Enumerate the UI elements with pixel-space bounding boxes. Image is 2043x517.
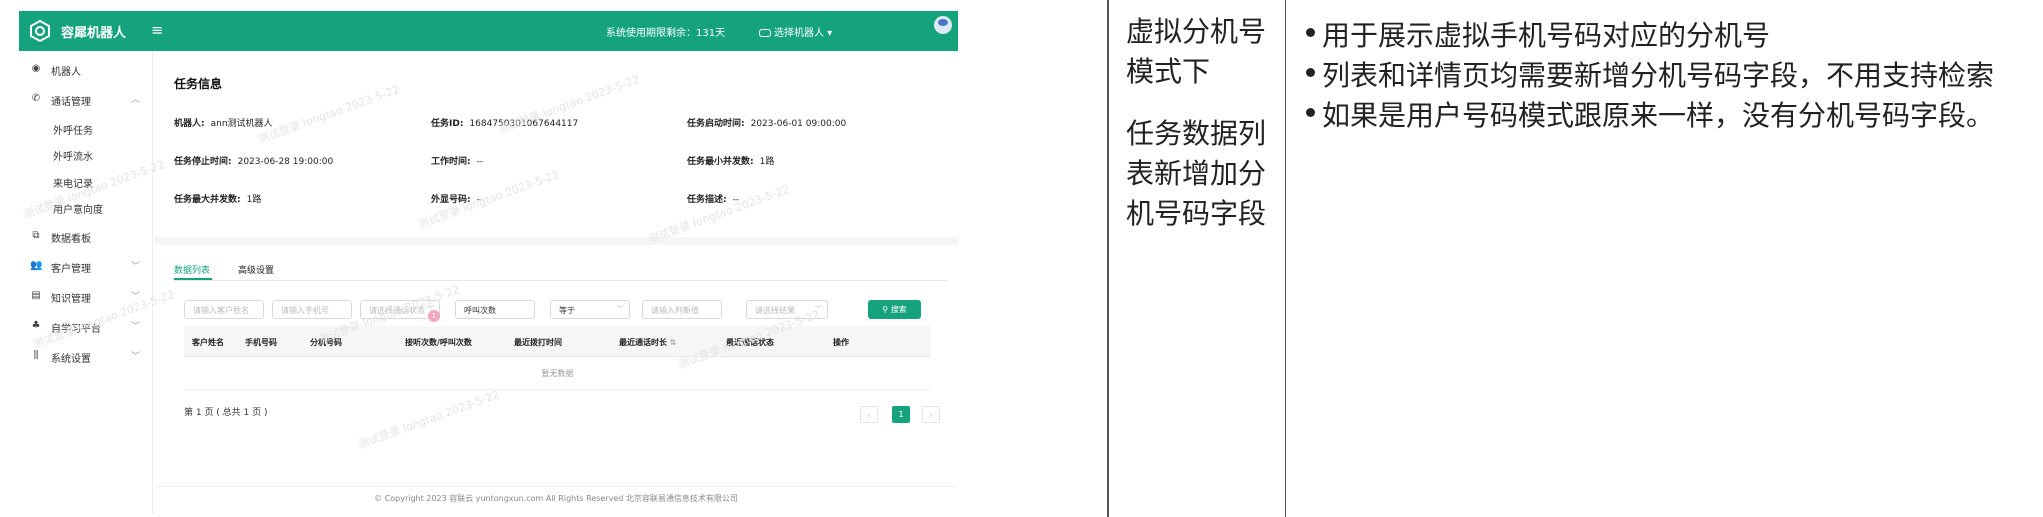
empty-state: 暂无数据 <box>184 357 931 390</box>
customer-name-input[interactable]: 请输入客户姓名 <box>184 300 264 319</box>
tab-advanced-settings[interactable]: 高级设置 <box>238 263 274 276</box>
judge-value-input[interactable]: 请输入判断值 <box>642 300 722 319</box>
sidebar-item-robot[interactable]: ◉ 机器人 <box>19 59 153 81</box>
result-select[interactable]: 请选择结果 ﹀ <box>746 300 828 319</box>
slide: 容犀机器人 ≡ 系统使用期限剩余：131天 选择机器人 ▾ ◉ 机器人 ✆ 通话管理… <box>0 0 2043 517</box>
sidebar-item-self-learning[interactable]: ♣ 自学习平台 ﹀ <box>19 316 153 338</box>
copyright: © Copyright 2023 容联云 yuntongxun.com All … <box>374 494 738 503</box>
note-heading-new-field: 任务数据列表新增加分机号码字段 <box>1126 117 1267 230</box>
column-divider <box>1107 0 1109 517</box>
field-work-time: 工作时间: -- <box>431 157 484 167</box>
field-caller-number: 外显号码: -- <box>431 195 484 205</box>
page-button-current[interactable]: 1 <box>892 406 910 423</box>
annotation-badge: 1 <box>428 310 440 322</box>
robot-select-dropdown[interactable]: 选择机器人 ▾ <box>759 24 832 39</box>
column-header: 手机号码 <box>245 338 277 347</box>
field-robot: 机器人: ann测试机器人 <box>174 119 273 129</box>
chevron-down-icon: ﹀ <box>815 305 822 313</box>
note-bullet: 如果是用户号码模式跟原来一样，没有分机号码字段。 <box>1305 94 1994 134</box>
tab-divider <box>174 280 948 281</box>
column-header: 操作 <box>833 338 849 347</box>
brand-name: 容犀机器人 <box>61 26 127 41</box>
column-header: 最近通话状态 <box>726 338 774 347</box>
prev-page-button[interactable]: ‹ <box>860 406 878 423</box>
column-header[interactable]: 最近通话时长 ⇅ <box>619 337 677 348</box>
next-page-button[interactable]: › <box>922 406 940 423</box>
field-description: 任务描述: -- <box>687 195 740 205</box>
section-divider <box>154 237 958 245</box>
chevron-down-icon: ﹀ <box>131 292 141 302</box>
sidebar-item-dashboard[interactable]: ⧉ 数据看板 <box>19 226 153 248</box>
operator-select[interactable]: 等于 ﹀ <box>550 300 630 319</box>
call-count-select[interactable]: 呼叫次数 <box>455 300 535 319</box>
column-header: 最近拨打时间 <box>514 338 562 347</box>
field-task-id: 任务ID: 1684750301067644117 <box>431 119 579 129</box>
sidebar-item-outbound-flow[interactable]: 外呼流水 <box>19 144 153 166</box>
users-icon: 👥 <box>30 260 43 271</box>
sidebar-item-customers[interactable]: 👥 客户管理 ﹀ <box>19 256 153 278</box>
search-button[interactable]: ⚲ 搜索 <box>868 300 921 319</box>
tab-active-indicator <box>174 278 212 280</box>
top-navigation-bar: 容犀机器人 ≡ 系统使用期限剩余：131天 选择机器人 ▾ <box>19 11 958 51</box>
chevron-down-icon: ﹀ <box>131 352 141 362</box>
chevron-down-icon: ﹀ <box>617 305 624 313</box>
robot-icon <box>759 29 771 37</box>
pagination-info: 第 1 页 ( 总共 1 页 ) <box>184 408 268 418</box>
column-divider <box>1285 0 1286 517</box>
chevron-down-icon: ﹀ <box>131 322 141 332</box>
avatar[interactable] <box>934 16 952 34</box>
column-header-extension: 分机号码 <box>310 338 342 347</box>
note-heading-virtual-extension: 虚拟分机号模式下 <box>1126 15 1267 88</box>
field-start-time: 任务启动时间: 2023-06-01 09:00:00 <box>687 119 847 129</box>
note-bullet: 用于展示虚拟手机号码对应的分机号 <box>1305 14 1770 54</box>
sidebar-item-outbound-tasks[interactable]: 外呼任务 <box>19 118 153 140</box>
watermark: 测试登录 longtao 2023-5-22 <box>356 387 502 452</box>
field-min-concurrency: 任务最小并发数: 1路 <box>687 157 775 167</box>
phone-input[interactable]: 请输入手机号 <box>272 300 352 319</box>
validity-text: 系统使用期限剩余：131天 <box>606 28 726 39</box>
phone-icon: ✆ <box>31 93 41 104</box>
sidebar-item-user-intent[interactable]: 用户意向度 <box>19 197 153 219</box>
field-max-concurrency: 任务最大并发数: 1路 <box>174 195 262 205</box>
section-title: 任务信息 <box>174 77 223 91</box>
column-header: 客户姓名 <box>192 338 224 347</box>
robot-icon: ◉ <box>31 63 41 74</box>
app-screenshot: 容犀机器人 ≡ 系统使用期限剩余：131天 选择机器人 ▾ ◉ 机器人 ✆ 通话管理… <box>19 11 958 514</box>
sort-icon[interactable]: ⇅ <box>670 338 677 347</box>
main-content: 任务信息 机器人: ann测试机器人 任务ID: 16847503010676441… <box>154 51 958 514</box>
tab-data-list[interactable]: 数据列表 <box>174 263 210 276</box>
field-stop-time: 任务停止时间: 2023-06-28 19:00:00 <box>174 157 334 167</box>
sidebar-item-knowledge[interactable]: ▤ 知识管理 ﹀ <box>19 286 153 308</box>
robot-select-label: 选择机器人 <box>774 28 824 39</box>
chevron-down-icon: ﹀ <box>131 262 141 272</box>
chart-icon: ⧉ <box>32 230 40 241</box>
sidebar-item-settings[interactable]: ⫼ 系统设置 ﹀ <box>19 346 153 368</box>
sidebar-item-call-management[interactable]: ✆ 通话管理 ︿ <box>19 89 153 111</box>
footer-divider <box>154 486 958 487</box>
sidebar: ◉ 机器人 ✆ 通话管理 ︿ 外呼任务 外呼流水 来电记录 用户意向度 ⧉ 数据看板 👥… <box>19 51 153 514</box>
brand-logo-icon <box>30 20 50 42</box>
watermark: 测试登录 longtao 2023-5-22 <box>256 82 402 147</box>
learn-icon: ♣ <box>31 320 41 331</box>
menu-toggle-icon[interactable]: ≡ <box>151 21 164 39</box>
sidebar-item-incoming-records[interactable]: 来电记录 <box>19 171 153 193</box>
book-icon: ▤ <box>31 290 41 301</box>
table-header: 客户姓名 手机号码 分机号码 接听次数/呼叫次数 最近拨打时间 最近通话时长 ⇅… <box>184 326 931 357</box>
settings-icon: ⫼ <box>33 350 39 361</box>
chevron-up-icon: ︿ <box>131 95 141 105</box>
note-bullet: 列表和详情页均需要新增分机号码字段，不用支持检索 <box>1305 54 1994 94</box>
column-header: 接听次数/呼叫次数 <box>405 338 472 347</box>
